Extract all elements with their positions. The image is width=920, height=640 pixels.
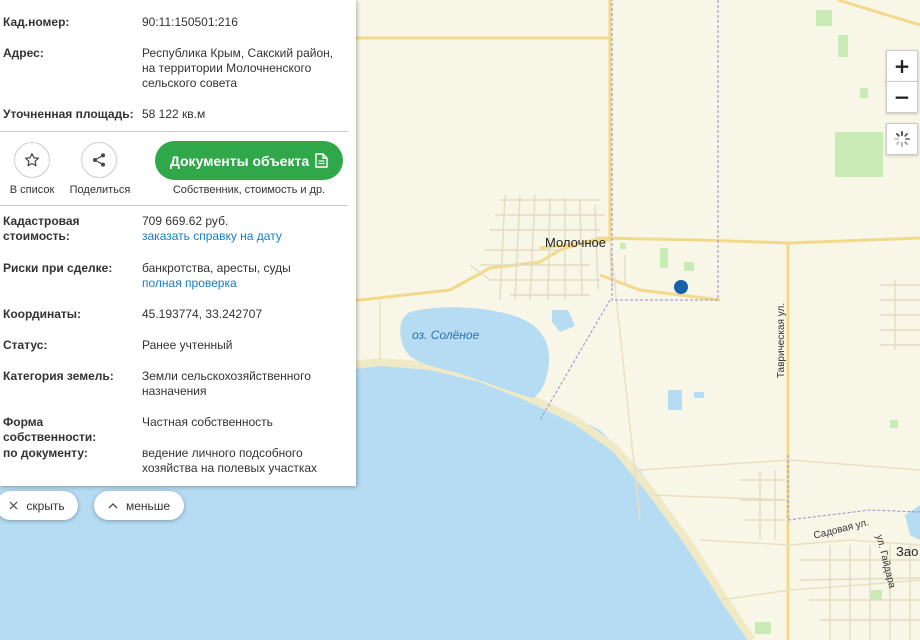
info-key: Риски при сделке: — [3, 261, 113, 275]
full-check-link[interactable]: полная проверка — [142, 276, 347, 291]
info-value: ведение личного подсобного хозяйства на … — [142, 446, 318, 475]
zoom-in-button[interactable]: + — [886, 50, 918, 82]
documents-button[interactable]: Документы объекта — [155, 141, 343, 180]
close-icon — [9, 501, 18, 510]
info-key: Адрес: — [3, 46, 44, 60]
share-icon — [93, 153, 105, 167]
zoom-out-button[interactable]: − — [886, 81, 918, 113]
loading-spinner-icon — [894, 131, 910, 147]
share-label: Поделиться — [69, 184, 131, 196]
add-to-list-label: В список — [9, 184, 55, 196]
document-icon — [315, 153, 328, 168]
show-less-button[interactable]: меньше — [94, 491, 184, 520]
parcel-marker — [674, 280, 688, 294]
info-key: Координаты: — [3, 307, 82, 321]
info-value: 58 122 кв.м — [142, 107, 206, 121]
info-value: Земли сельскохозяйственного назначения — [142, 369, 311, 398]
lake-label: оз. Солёное — [412, 328, 480, 342]
street-label-tavricheskaya: Таврическая ул. — [776, 302, 788, 379]
info-value: Республика Крым, Сакский район, на терри… — [142, 46, 334, 90]
info-value-block: банкротства, аресты, суды полная проверк… — [142, 261, 347, 291]
hide-label: скрыть — [26, 498, 65, 513]
documents-caption: Собственник, стоимость и др. — [172, 184, 326, 196]
star-icon — [25, 153, 39, 167]
village-label: Молочное — [545, 235, 607, 250]
info-key: Кад.номер: — [3, 15, 70, 29]
town-label: Зао — [896, 544, 919, 559]
share-button[interactable] — [81, 142, 117, 178]
info-key: Категория земель: — [3, 369, 114, 383]
divider — [0, 131, 348, 132]
hide-panel-button[interactable]: скрыть — [0, 491, 78, 520]
property-info-panel: Кад.номер: 90:11:150501:216 Адрес: Респу… — [0, 0, 356, 486]
info-key: Статус: — [3, 338, 48, 352]
info-key: по документу: — [3, 446, 88, 460]
documents-button-label: Документы объекта — [169, 152, 310, 169]
divider — [0, 205, 348, 206]
less-label: меньше — [125, 498, 171, 513]
layers-button[interactable] — [886, 123, 918, 155]
add-to-list-button[interactable] — [14, 142, 50, 178]
cadastral-number-link[interactable]: 90:11:150501:216 — [142, 15, 347, 30]
info-value: 709 669.62 руб. — [142, 214, 229, 228]
info-value: Частная собственность — [142, 415, 273, 429]
info-value: 45.193774, 33.242707 — [142, 307, 263, 321]
field — [835, 132, 883, 177]
info-value: Ранее учтенный — [142, 338, 233, 352]
order-certificate-link[interactable]: заказать справку на дату — [142, 229, 347, 244]
chevron-up-icon — [108, 503, 118, 509]
info-value: банкротства, аресты, суды — [142, 261, 291, 275]
info-value-block: 709 669.62 руб. заказать справку на дату — [142, 214, 347, 244]
info-key: Уточненная площадь: — [3, 107, 134, 121]
info-key: Кадастровая стоимость: — [3, 214, 80, 243]
info-key: Форма собственности: — [3, 415, 97, 444]
